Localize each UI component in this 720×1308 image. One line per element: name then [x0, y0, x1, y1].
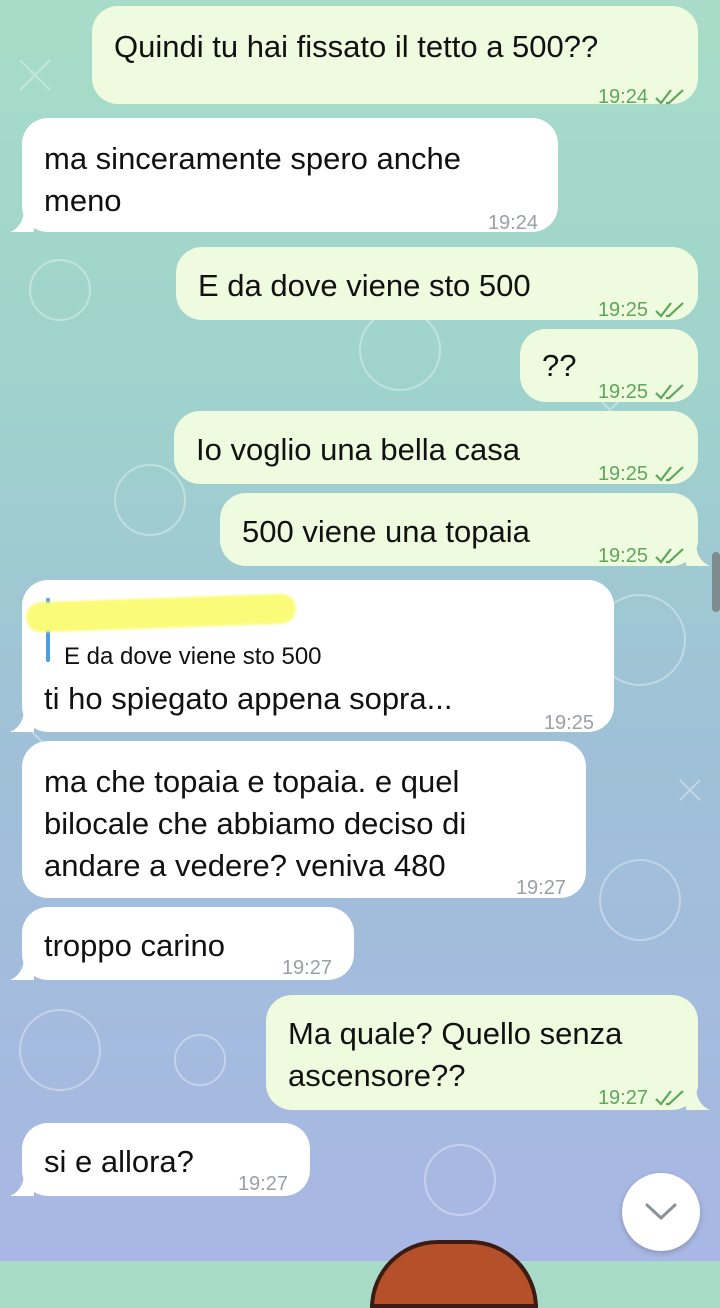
- message-text: E da dove viene sto 500: [198, 268, 531, 303]
- message-text: si e allora?: [44, 1144, 194, 1179]
- bubble-tail: [686, 1086, 710, 1110]
- incoming-message[interactable]: E da dove viene sto 500 ti ho spiegato a…: [10, 580, 614, 734]
- avatar: [370, 1240, 538, 1308]
- message-time: 19:27: [515, 877, 566, 899]
- message-time: 19:25: [597, 545, 648, 567]
- message-meta: 19:24: [488, 202, 538, 244]
- reply-quote-text[interactable]: E da dove viene sto 500: [64, 636, 322, 678]
- message-meta: 19:24: [598, 76, 686, 118]
- outgoing-message[interactable]: ?? 19:25: [520, 329, 698, 403]
- message-meta: 19:27: [516, 867, 566, 909]
- outgoing-message[interactable]: Io voglio una bella casa 19:25: [174, 411, 698, 485]
- message-time: 19:27: [281, 957, 332, 979]
- bubble-tail: [686, 542, 710, 566]
- bubble-tail: [10, 956, 34, 980]
- outgoing-message[interactable]: 500 viene una topaia 19:25: [220, 493, 710, 567]
- message-text: ??: [542, 348, 577, 383]
- message-text: troppo carino: [44, 928, 225, 963]
- message-meta: 19:27: [598, 1077, 686, 1119]
- message-meta: 19:27: [282, 947, 332, 989]
- outgoing-message[interactable]: E da dove viene sto 500 19:25: [176, 247, 698, 321]
- incoming-message[interactable]: ma che topaia e topaia. e quel bilocale …: [22, 741, 586, 899]
- message-text: Io voglio una bella casa: [196, 432, 521, 467]
- message-meta: 19:25: [544, 702, 594, 744]
- scroll-to-bottom-button[interactable]: [622, 1173, 700, 1251]
- double-check-icon: [655, 1090, 684, 1106]
- double-check-icon: [655, 548, 684, 564]
- message-time: 19:25: [543, 712, 594, 734]
- double-check-icon: [655, 302, 684, 318]
- message-text: 500 viene una topaia: [242, 514, 530, 549]
- double-check-icon: [655, 89, 684, 105]
- redacted-sender-name: [25, 593, 297, 633]
- message-text: ti ho spiegato appena sopra...: [44, 681, 453, 716]
- incoming-message[interactable]: si e allora? 19:27: [10, 1123, 310, 1196]
- message-time: 19:27: [597, 1087, 648, 1109]
- message-text: Quindi tu hai fissato il tetto a 500??: [114, 29, 599, 64]
- chevron-down-icon: [645, 1203, 677, 1220]
- double-check-icon: [655, 384, 684, 400]
- bubble-tail: [10, 208, 34, 232]
- message-meta: 19:25: [598, 535, 686, 577]
- message-meta: 19:25: [598, 289, 686, 331]
- bubble-tail: [10, 708, 34, 732]
- message-time: 19:25: [597, 463, 648, 485]
- scrollbar[interactable]: [712, 552, 720, 612]
- message-meta: 19:27: [238, 1163, 288, 1205]
- message-time: 19:24: [487, 212, 538, 234]
- message-time: 19:25: [597, 299, 648, 321]
- message-text: ma che topaia e topaia. e quel bilocale …: [44, 764, 467, 883]
- double-check-icon: [655, 466, 684, 482]
- message-text: ma sinceramente spero anche meno: [44, 141, 462, 218]
- message-time: 19:24: [597, 86, 648, 108]
- message-meta: 19:25: [598, 371, 686, 413]
- outgoing-message[interactable]: Ma quale? Quello senza ascensore?? 19:27: [266, 995, 710, 1110]
- outgoing-message[interactable]: Quindi tu hai fissato il tetto a 500?? 1…: [92, 6, 698, 108]
- message-time: 19:27: [237, 1173, 288, 1195]
- incoming-message[interactable]: ma sinceramente spero anche meno 19:24: [10, 118, 558, 234]
- message-time: 19:25: [597, 381, 648, 403]
- incoming-message[interactable]: troppo carino 19:27: [10, 907, 354, 980]
- bubble-tail: [10, 1172, 34, 1196]
- message-meta: 19:25: [598, 453, 686, 495]
- message-text: Ma quale? Quello senza ascensore??: [288, 1016, 623, 1093]
